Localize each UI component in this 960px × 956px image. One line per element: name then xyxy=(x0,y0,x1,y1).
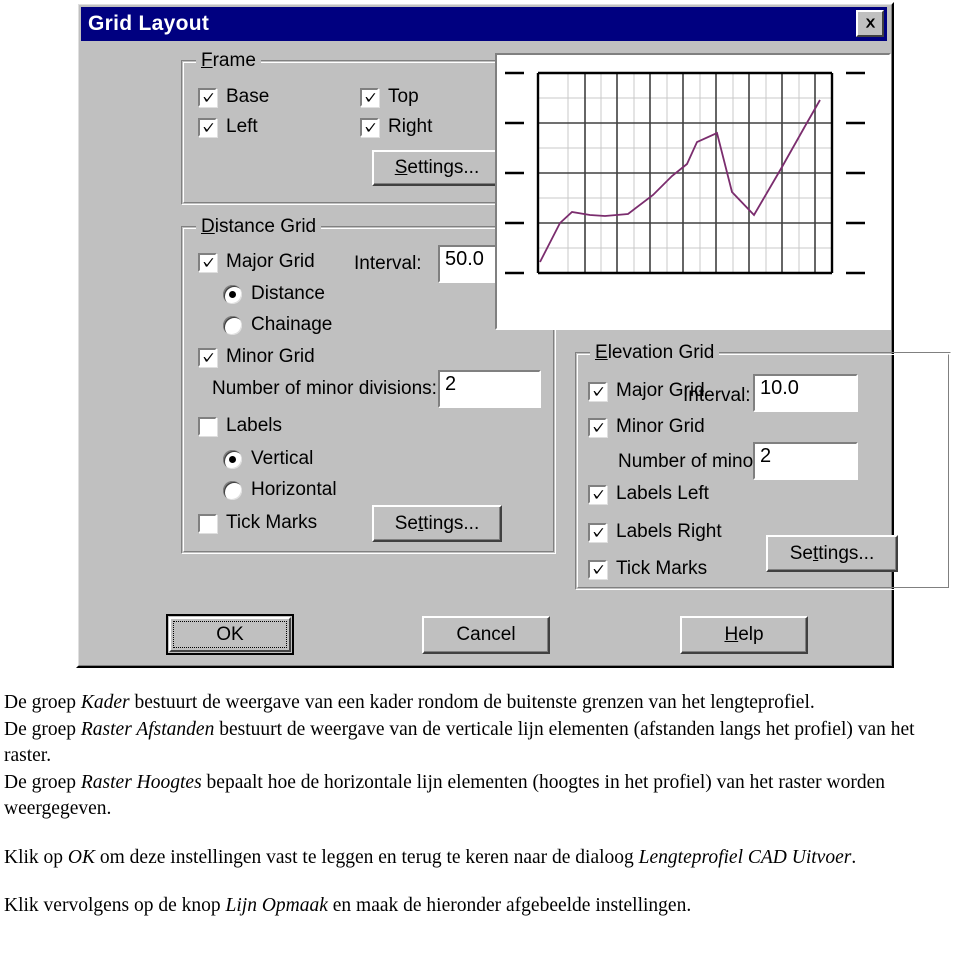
description-text: De groep Kader bestuurt de weergave van … xyxy=(0,690,960,920)
elevation-labels-right-checkbox[interactable]: Labels Right xyxy=(588,521,722,543)
frame-group-title: Frame xyxy=(196,50,261,71)
distance-tick-marks-checkbox[interactable]: Tick Marks xyxy=(198,512,318,534)
elevation-minor-divisions-input[interactable]: 2 xyxy=(753,442,858,480)
paragraph-spacer xyxy=(0,823,960,845)
frame-settings-button[interactable]: Settings... xyxy=(372,150,502,186)
elevation-minor-divisions-value: 2 xyxy=(760,445,772,467)
distance-interval-label: Interval: xyxy=(354,253,422,274)
description-paragraph: De groep Raster Afstanden bestuurt de we… xyxy=(4,718,915,767)
distance-major-grid-checkbox[interactable]: Major Grid xyxy=(198,251,315,273)
frame-top-checkbox[interactable]: Top xyxy=(360,86,419,108)
elevation-minor-grid-checkbox[interactable]: Minor Grid xyxy=(588,416,705,438)
dialog-titlebar[interactable]: Grid Layout xyxy=(81,7,887,41)
distance-chainage-radio[interactable]: Chainage xyxy=(223,315,332,335)
distance-minor-divisions-input[interactable]: 2 xyxy=(438,370,541,408)
help-button[interactable]: Help xyxy=(680,616,808,654)
elevation-grid-group-title: Elevation Grid xyxy=(590,342,720,363)
distance-chainage-label: Chainage xyxy=(251,314,333,335)
elevation-labels-left-checkbox[interactable]: Labels Left xyxy=(588,483,709,505)
frame-right-checkbox[interactable]: Right xyxy=(360,116,433,138)
frame-left-label: Left xyxy=(226,116,258,137)
elevation-labels-right-label: Labels Right xyxy=(616,521,722,542)
elevation-interval-label: Interval: xyxy=(683,385,751,406)
ok-button[interactable]: OK xyxy=(166,614,294,655)
checkbox-icon xyxy=(588,417,608,438)
distance-minor-divisions-label: Number of minor divisions: xyxy=(212,378,437,399)
checkbox-icon xyxy=(198,87,218,108)
elevation-tick-marks-label: Tick Marks xyxy=(616,558,708,579)
elevation-settings-label: Settings... xyxy=(789,542,875,564)
radio-icon xyxy=(223,480,242,500)
grid-layout-dialog: Grid Layout Frame Base Top Left Right Se… xyxy=(76,2,951,668)
distance-vertical-radio[interactable]: Vertical xyxy=(223,449,313,469)
distance-labels-checkbox[interactable]: Labels xyxy=(198,415,282,437)
elevation-interval-value: 10.0 xyxy=(760,377,799,399)
radio-icon xyxy=(223,284,242,304)
grid-preview xyxy=(495,53,891,330)
cancel-button-label: Cancel xyxy=(456,624,516,645)
distance-major-grid-label: Major Grid xyxy=(226,251,315,272)
elevation-minor-grid-label: Minor Grid xyxy=(616,416,705,437)
close-icon[interactable] xyxy=(856,10,884,37)
preview-chart-svg xyxy=(497,55,889,328)
checkbox-icon xyxy=(588,559,608,580)
distance-interval-value: 50.0 xyxy=(445,248,484,270)
frame-base-label: Base xyxy=(226,86,270,107)
checkbox-icon xyxy=(198,416,218,437)
checkbox-icon xyxy=(588,522,608,543)
elevation-settings-button[interactable]: Settings... xyxy=(766,535,898,572)
description-paragraph: Klik op OK om deze instellingen vast te … xyxy=(4,846,857,868)
elevation-tick-marks-checkbox[interactable]: Tick Marks xyxy=(588,558,708,580)
distance-settings-button[interactable]: Settings... xyxy=(372,505,502,542)
checkbox-icon xyxy=(198,252,218,273)
checkbox-icon xyxy=(360,117,380,138)
frame-left-checkbox[interactable]: Left xyxy=(198,116,258,138)
frame-base-checkbox[interactable]: Base xyxy=(198,86,270,108)
distance-distance-label: Distance xyxy=(251,283,325,304)
distance-minor-grid-checkbox[interactable]: Minor Grid xyxy=(198,346,315,368)
checkbox-icon xyxy=(588,381,608,402)
checkbox-icon xyxy=(198,117,218,138)
cancel-button[interactable]: Cancel xyxy=(422,616,550,654)
checkbox-icon xyxy=(588,484,608,505)
distance-labels-label: Labels xyxy=(226,415,282,436)
frame-settings-label: Settings... xyxy=(394,157,480,178)
description-paragraph: De groep Raster Hoogtes bepaalt hoe de h… xyxy=(4,771,886,820)
distance-minor-divisions-value: 2 xyxy=(445,373,457,395)
description-paragraph: Klik vervolgens op de knop Lijn Opmaak e… xyxy=(4,895,692,916)
elevation-interval-input[interactable]: 10.0 xyxy=(753,374,858,412)
distance-horizontal-radio[interactable]: Horizontal xyxy=(223,480,337,500)
elevation-labels-left-label: Labels Left xyxy=(616,483,709,504)
checkbox-icon xyxy=(198,347,218,368)
description-paragraph: De groep Kader bestuurt de weergave van … xyxy=(4,692,815,713)
distance-grid-group-title: Distance Grid xyxy=(196,216,322,237)
dialog-title: Grid Layout xyxy=(88,12,210,35)
frame-right-label: Right xyxy=(388,116,433,137)
distance-vertical-label: Vertical xyxy=(251,448,314,469)
distance-horizontal-label: Horizontal xyxy=(251,479,337,500)
distance-distance-radio[interactable]: Distance xyxy=(223,284,325,304)
ok-button-label: OK xyxy=(216,623,244,645)
radio-icon xyxy=(223,315,242,335)
paragraph-spacer xyxy=(0,871,960,893)
distance-tick-marks-label: Tick Marks xyxy=(226,512,318,533)
checkbox-icon xyxy=(198,513,218,534)
distance-settings-label: Settings... xyxy=(394,512,480,534)
help-button-label: Help xyxy=(724,624,764,645)
distance-minor-grid-label: Minor Grid xyxy=(226,346,315,367)
frame-top-label: Top xyxy=(388,86,419,107)
checkbox-icon xyxy=(360,87,380,108)
radio-icon xyxy=(223,449,242,469)
